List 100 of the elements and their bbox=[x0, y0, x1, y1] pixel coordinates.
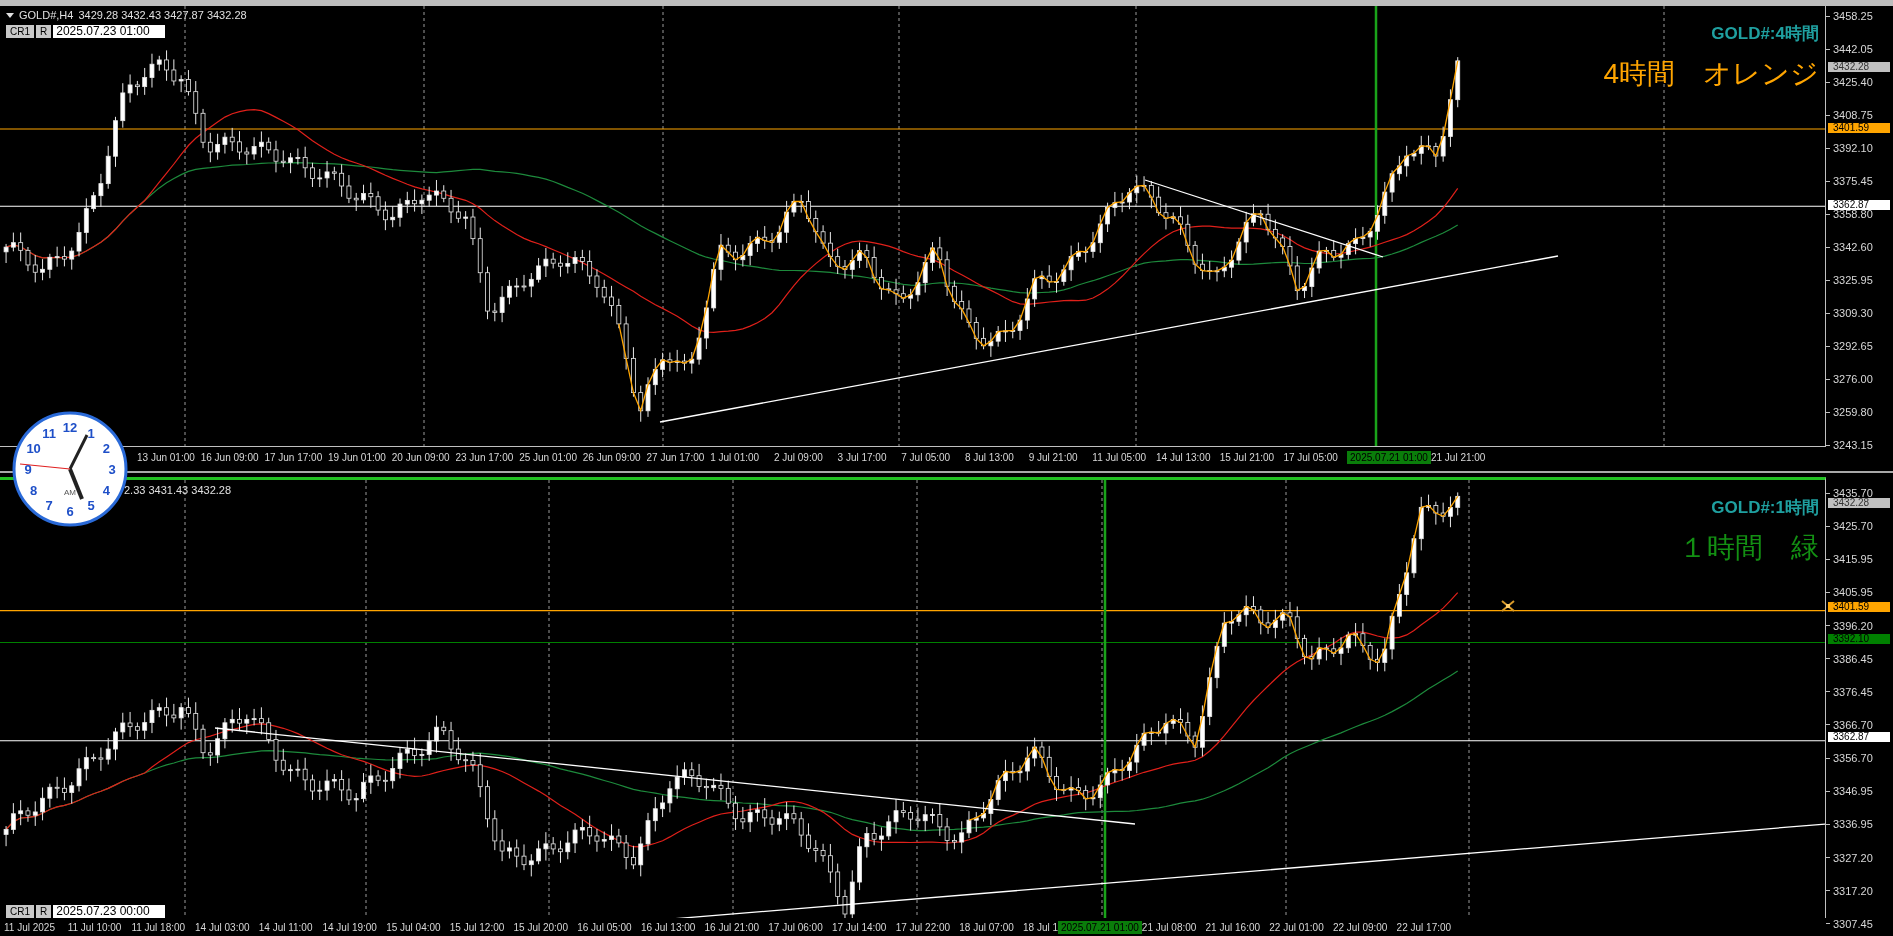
price-axis-label: 3425.70 bbox=[1833, 522, 1873, 531]
price-axis-label: 3342.60 bbox=[1833, 243, 1873, 251]
clock-numeral: 2 bbox=[102, 441, 110, 456]
symbol-label: GOLD#,H4 bbox=[19, 9, 74, 22]
price-axis-label: 3336.95 bbox=[1833, 820, 1873, 829]
price-axis-label: 3366.70 bbox=[1833, 721, 1873, 729]
price-axis-label: 3307.45 bbox=[1833, 919, 1873, 928]
price-marker: 3432.28 bbox=[1828, 61, 1890, 72]
chart-title: GOLD#:4時間 bbox=[1711, 24, 1819, 44]
time-axis-label: 8 Jul 13:00 bbox=[964, 450, 1015, 465]
time-axis-label: 17 Jul 06:00 bbox=[768, 920, 824, 935]
time-axis-label: 11 Jul 2025 bbox=[4, 920, 56, 935]
price-axis-label: 3435.70 bbox=[1833, 489, 1873, 497]
time-axis-label: 3 Jul 17:00 bbox=[837, 450, 888, 465]
cursor-time-label: 2025.07.21 01:00 bbox=[1058, 920, 1142, 934]
chart-note: 4時間 オレンジ bbox=[1603, 58, 1819, 90]
clock-numeral: 10 bbox=[26, 441, 41, 456]
price-axis-label: 3442.05 bbox=[1833, 45, 1873, 53]
price-axis-label: 3356.70 bbox=[1833, 754, 1873, 763]
cursor-time-label: 2025.07.21 01:00 bbox=[1347, 450, 1431, 464]
time-axis-label: 15 Jul 12:00 bbox=[449, 920, 506, 935]
price-marker: 3432.28 bbox=[1828, 498, 1890, 509]
time-axis-label: 23 Jun 17:00 bbox=[455, 450, 515, 465]
clock-numeral: 4 bbox=[102, 483, 110, 498]
time-axis-label: 15 Jul 04:00 bbox=[386, 920, 442, 935]
time-axis-label: 21 Jul 21:00 bbox=[1430, 450, 1487, 465]
price-axis-label: 3386.45 bbox=[1833, 654, 1873, 663]
price-marker: 3362.87 bbox=[1828, 200, 1890, 211]
price-axis-label: 3325.95 bbox=[1833, 276, 1873, 284]
price-axis-label: 3317.20 bbox=[1833, 886, 1873, 895]
price-marker: 3401.59 bbox=[1828, 601, 1890, 612]
clock-numeral: 5 bbox=[87, 498, 95, 514]
time-axis-label: 18 Jul 1 bbox=[1023, 920, 1058, 935]
time-axis-label: 17 Jun 17:00 bbox=[264, 450, 324, 465]
price-axis-label: 3276.00 bbox=[1833, 375, 1873, 383]
time-axis-label: 17 Jul 05:00 bbox=[1283, 450, 1339, 465]
chart-toolbar-button[interactable]: R bbox=[36, 25, 52, 38]
chart-toolbar-button[interactable]: CR1 bbox=[6, 25, 34, 38]
time-axis-label: 14 Jul 11:00 bbox=[258, 920, 314, 935]
quote-values: 3429.28 3432.43 3427.87 3432.28 bbox=[78, 9, 247, 22]
time-axis-label: 20 Jun 09:00 bbox=[391, 450, 451, 465]
time-axis-label: 27 Jun 17:00 bbox=[646, 450, 706, 465]
chart-note: １時間 緑 bbox=[1679, 532, 1819, 564]
time-axis-label: 15 Jul 20:00 bbox=[513, 920, 569, 935]
price-axis-label: 3309.30 bbox=[1833, 309, 1873, 317]
time-axis-label: 15 Jul 21:00 bbox=[1219, 450, 1276, 465]
time-axis-label: 9 Jul 21:00 bbox=[1028, 450, 1079, 465]
time-axis-label: 16 Jul 13:00 bbox=[640, 920, 697, 935]
time-axis-label: 26 Jun 09:00 bbox=[582, 450, 642, 465]
price-marker: 3362.87 bbox=[1828, 731, 1890, 742]
price-axis-label: 3358.80 bbox=[1833, 210, 1873, 218]
time-axis-label: 16 Jun 09:00 bbox=[200, 450, 260, 465]
clock-numeral: 9 bbox=[24, 462, 32, 477]
time-axis-label: 25 Jun 01:00 bbox=[519, 450, 578, 465]
time-axis-label: 22 Jul 17:00 bbox=[1396, 920, 1453, 935]
chart-toolbar-button[interactable]: CR1 bbox=[6, 905, 34, 918]
time-axis-label: 22 Jul 09:00 bbox=[1332, 920, 1389, 935]
price-axis-label: 3259.80 bbox=[1833, 408, 1873, 416]
chart-toolbar-button[interactable]: R bbox=[36, 905, 52, 918]
time-axis-label: 21 Jul 08:00 bbox=[1141, 920, 1198, 935]
price-axis-label: 3405.95 bbox=[1833, 588, 1873, 597]
time-axis-label: 1 Jul 01:00 bbox=[710, 450, 761, 465]
price-axis-label: 3396.20 bbox=[1833, 621, 1873, 630]
chart-title: GOLD#:1時間 bbox=[1711, 498, 1819, 518]
time-axis-label: 17 Jul 22:00 bbox=[895, 920, 952, 935]
price-axis-label: 3346.95 bbox=[1833, 787, 1873, 796]
price-marker: 3392.10 bbox=[1828, 633, 1890, 644]
clock-numeral: 11 bbox=[42, 425, 56, 441]
clock-numeral: 3 bbox=[108, 462, 116, 477]
time-axis-label: 19 Jun 01:00 bbox=[328, 450, 387, 465]
price-axis-label: 3375.45 bbox=[1833, 177, 1873, 185]
clock-period: AM bbox=[64, 488, 76, 497]
time-axis-label: 14 Jul 19:00 bbox=[322, 920, 378, 935]
clock-numeral: 12 bbox=[62, 420, 78, 435]
time-axis-label: 16 Jul 21:00 bbox=[704, 920, 761, 935]
quote-values: 2.33 3431.43 3432.28 bbox=[124, 484, 232, 497]
price-axis-label: 3292.65 bbox=[1833, 342, 1873, 350]
clock-numeral: 8 bbox=[30, 483, 38, 498]
time-axis-label: 21 Jul 16:00 bbox=[1205, 920, 1262, 935]
time-axis-label: 11 Jul 18:00 bbox=[131, 920, 187, 935]
time-axis-label: 16 Jul 05:00 bbox=[577, 920, 633, 935]
time-axis-label: 14 Jul 03:00 bbox=[195, 920, 251, 935]
price-axis-label: 3376.45 bbox=[1833, 687, 1873, 696]
price-axis-label: 3408.75 bbox=[1833, 111, 1873, 119]
time-axis-label: 7 Jul 05:00 bbox=[901, 450, 952, 465]
price-axis-label: 3458.25 bbox=[1833, 12, 1873, 20]
time-axis-label: 13 Jun 01:00 bbox=[137, 450, 196, 465]
time-axis-label: 11 Jul 10:00 bbox=[67, 920, 123, 935]
price-marker: 3401.59 bbox=[1828, 123, 1890, 133]
clock-numeral: 7 bbox=[45, 498, 53, 514]
price-axis-label: 3327.20 bbox=[1833, 853, 1873, 862]
price-axis-label: 3392.10 bbox=[1833, 144, 1873, 152]
datetime-field[interactable]: 2025.07.23 01:00 bbox=[53, 25, 166, 38]
price-axis-label: 3415.95 bbox=[1833, 555, 1873, 564]
clock-numeral: 6 bbox=[66, 504, 74, 519]
time-axis-label: 17 Jul 14:00 bbox=[831, 920, 888, 935]
clock-numeral: 1 bbox=[87, 425, 95, 441]
datetime-field[interactable]: 2025.07.23 00:00 bbox=[53, 905, 166, 918]
time-axis-label: 2 Jul 09:00 bbox=[773, 450, 824, 465]
time-axis-label: 11 Jul 05:00 bbox=[1092, 450, 1148, 465]
